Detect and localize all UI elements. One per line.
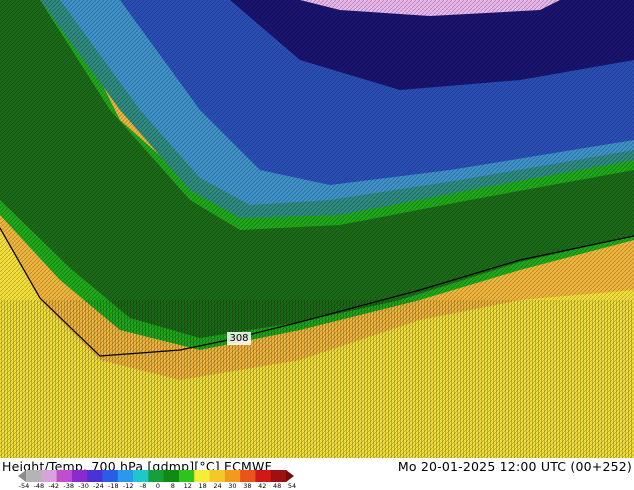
colorbar-tick-label: 42 (258, 482, 267, 490)
colorbar (18, 470, 294, 482)
colorbar-segment (178, 470, 195, 482)
colorbar-tick-label: -18 (108, 482, 119, 490)
colorbar-segment (194, 470, 211, 482)
colorbar-segment (240, 470, 256, 482)
colorbar-segment (71, 470, 88, 482)
colorbar-tick-label: 30 (228, 482, 237, 490)
colorbar-tick-label: -54 (18, 482, 30, 490)
colorbar-segment (209, 470, 226, 482)
colorbar-tick-label: 12 (183, 482, 192, 490)
colorbar-tick-label: 24 (213, 482, 222, 490)
colorbar-segment (87, 470, 103, 482)
map-canvas (0, 0, 634, 458)
colorbar-segment (26, 470, 42, 482)
colorbar-segment (102, 470, 119, 482)
colorbar-tick-label: 0 (155, 482, 161, 490)
colorbar-tick-label: 48 (272, 482, 282, 490)
colorbar-segment (41, 470, 58, 482)
colorbar-tick-label: -12 (122, 482, 134, 490)
colorbar-tick-label: 38 (243, 482, 252, 490)
colorbar-segment (133, 470, 149, 482)
colorbar-tick-label: -30 (78, 482, 89, 490)
colorbar-arrow-right (286, 470, 294, 482)
colorbar-arrow-left (18, 470, 26, 482)
colorbar-tick-label: -24 (93, 482, 104, 490)
colorbar-segment (224, 470, 241, 482)
colorbar-segment (163, 470, 180, 482)
barb-texture-lower (0, 300, 634, 458)
colorbar-ticks: -54 -48 -42 -38 -30 -24 -18 -12 -8 0 8 12 18 24 30 38 42… (18, 482, 297, 490)
colorbar-segment (148, 470, 165, 482)
colorbar-tick-label: -42 (48, 482, 60, 490)
colorbar-segment (117, 470, 134, 482)
colorbar-tick-label: -38 (63, 482, 74, 490)
colorbar-segment (270, 470, 287, 482)
valid-time: Mo 20-01-2025 12:00 UTC (00+252) (397, 459, 632, 474)
colorbar-tick-label: 8 (170, 482, 175, 490)
colorbar-tick-label: -8 (139, 482, 147, 490)
colorbar-segment (56, 470, 73, 482)
colorbar-tick-label: 18 (198, 482, 207, 490)
colorbar-segment (255, 470, 272, 482)
colorbar-tick-label: 54 (287, 482, 297, 490)
colorbar-tick-label: -48 (33, 482, 45, 490)
contour-label: 308 (227, 332, 251, 345)
weather-map: 308 (0, 0, 634, 458)
